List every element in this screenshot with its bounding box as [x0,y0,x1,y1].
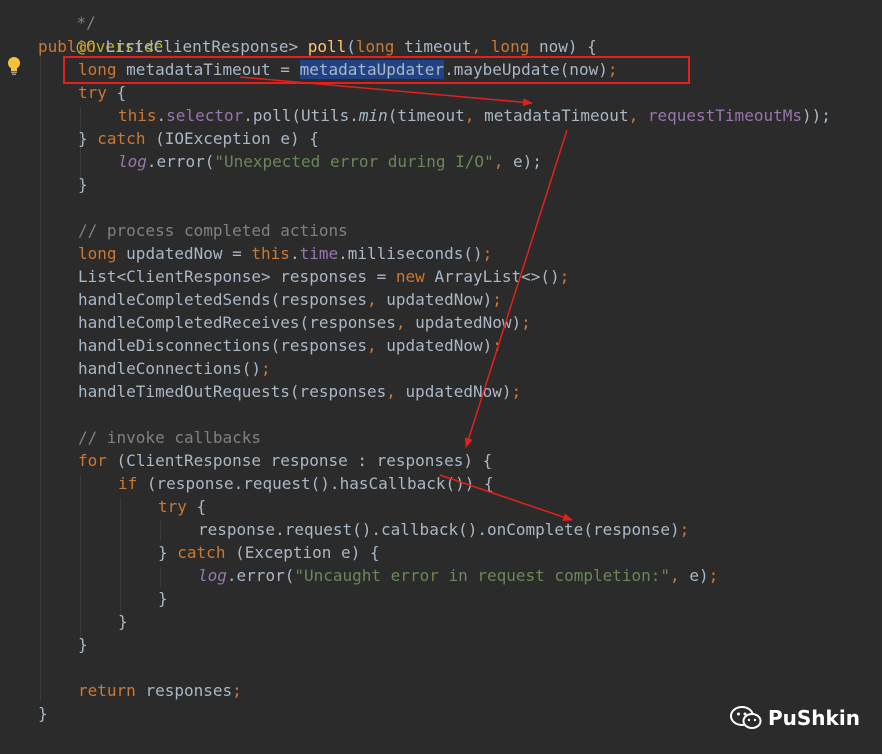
watermark-text: PuShkin [768,706,860,730]
watermark: PuShkin [730,704,860,732]
wechat-icon [730,706,762,729]
arrow-to-poll [239,76,533,107]
arrow-to-callback [439,474,573,521]
annotation-arrows [239,76,573,521]
arrow-to-loop [464,129,568,448]
code-editor[interactable]: */ @Override public List<ClientResponse>… [0,0,882,754]
